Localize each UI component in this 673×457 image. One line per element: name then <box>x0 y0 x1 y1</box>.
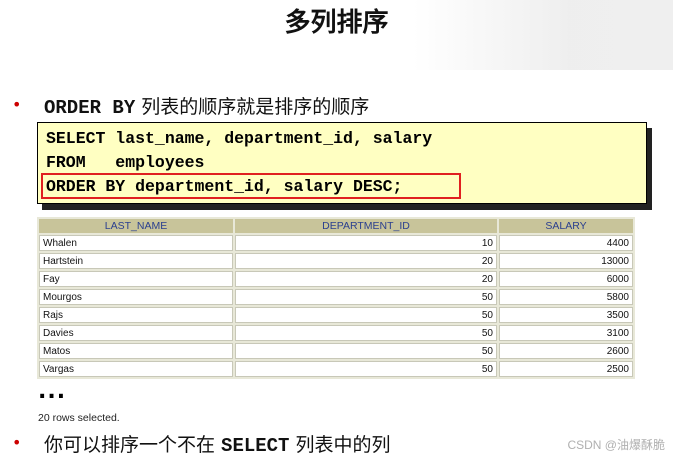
bullet-text-2: 你可以排序一个不在 SELECT 列表中的列 <box>44 430 391 457</box>
header-salary: SALARY <box>499 219 633 233</box>
table-row: Matos 50 2600 <box>39 343 633 359</box>
cell-last-name: Rajs <box>39 307 233 323</box>
header-last-name: LAST_NAME <box>39 219 233 233</box>
table-row: Rajs 50 3500 <box>39 307 633 323</box>
bullet-2-prefix: 你可以排序一个不在 <box>44 434 222 456</box>
bullet-2-suffix: 列表中的列 <box>289 434 391 456</box>
cell-department-id: 50 <box>235 307 497 323</box>
table-row: Hartstein 20 13000 <box>39 253 633 269</box>
cell-last-name: Fay <box>39 271 233 287</box>
cell-department-id: 10 <box>235 235 497 251</box>
cell-salary: 3500 <box>499 307 633 323</box>
cell-last-name: Matos <box>39 343 233 359</box>
rows-selected-text: 20 rows selected. <box>38 412 120 424</box>
order-by-highlight <box>41 173 461 199</box>
cell-salary: 5800 <box>499 289 633 305</box>
cell-salary: 6000 <box>499 271 633 287</box>
cell-salary: 2500 <box>499 361 633 377</box>
slide-title: 多列排序 <box>284 8 389 38</box>
cell-salary: 3100 <box>499 325 633 341</box>
cell-department-id: 50 <box>235 343 497 359</box>
cell-salary: 13000 <box>499 253 633 269</box>
cell-department-id: 50 <box>235 289 497 305</box>
results-table: LAST_NAME DEPARTMENT_ID SALARY Whalen 10… <box>37 217 635 379</box>
table-row: Whalen 10 4400 <box>39 235 633 251</box>
sql-code-box: SELECT last_name, department_id, salary … <box>37 122 647 204</box>
bullet-marker-2: • <box>12 433 22 452</box>
bullet-text-1: ORDER BY 列表的顺序就是排序的顺序 <box>44 92 369 119</box>
bullet-1-text: 列表的顺序就是排序的顺序 <box>135 96 370 118</box>
cell-last-name: Hartstein <box>39 253 233 269</box>
cell-department-id: 20 <box>235 253 497 269</box>
cell-department-id: 50 <box>235 325 497 341</box>
table-row: Davies 50 3100 <box>39 325 633 341</box>
cell-last-name: Whalen <box>39 235 233 251</box>
table-row: Mourgos 50 5800 <box>39 289 633 305</box>
table-row: Vargas 50 2500 <box>39 361 633 377</box>
cell-department-id: 50 <box>235 361 497 377</box>
cell-salary: 2600 <box>499 343 633 359</box>
header-department-id: DEPARTMENT_ID <box>235 219 497 233</box>
cell-last-name: Davies <box>39 325 233 341</box>
cell-department-id: 20 <box>235 271 497 287</box>
cell-last-name: Vargas <box>39 361 233 377</box>
bullet-1-keyword: ORDER BY <box>44 97 136 119</box>
bullet-marker-1: • <box>12 95 22 114</box>
more-rows-ellipsis: ... <box>38 379 67 404</box>
csdn-watermark: CSDN @油爆酥脆 <box>567 438 665 452</box>
cell-last-name: Mourgos <box>39 289 233 305</box>
bullet-2-keyword: SELECT <box>221 435 290 457</box>
cell-salary: 4400 <box>499 235 633 251</box>
table-header-row: LAST_NAME DEPARTMENT_ID SALARY <box>39 219 633 233</box>
code-line-2: FROM employees <box>46 153 205 172</box>
table-row: Fay 20 6000 <box>39 271 633 287</box>
code-line-1: SELECT last_name, department_id, salary <box>46 129 433 148</box>
